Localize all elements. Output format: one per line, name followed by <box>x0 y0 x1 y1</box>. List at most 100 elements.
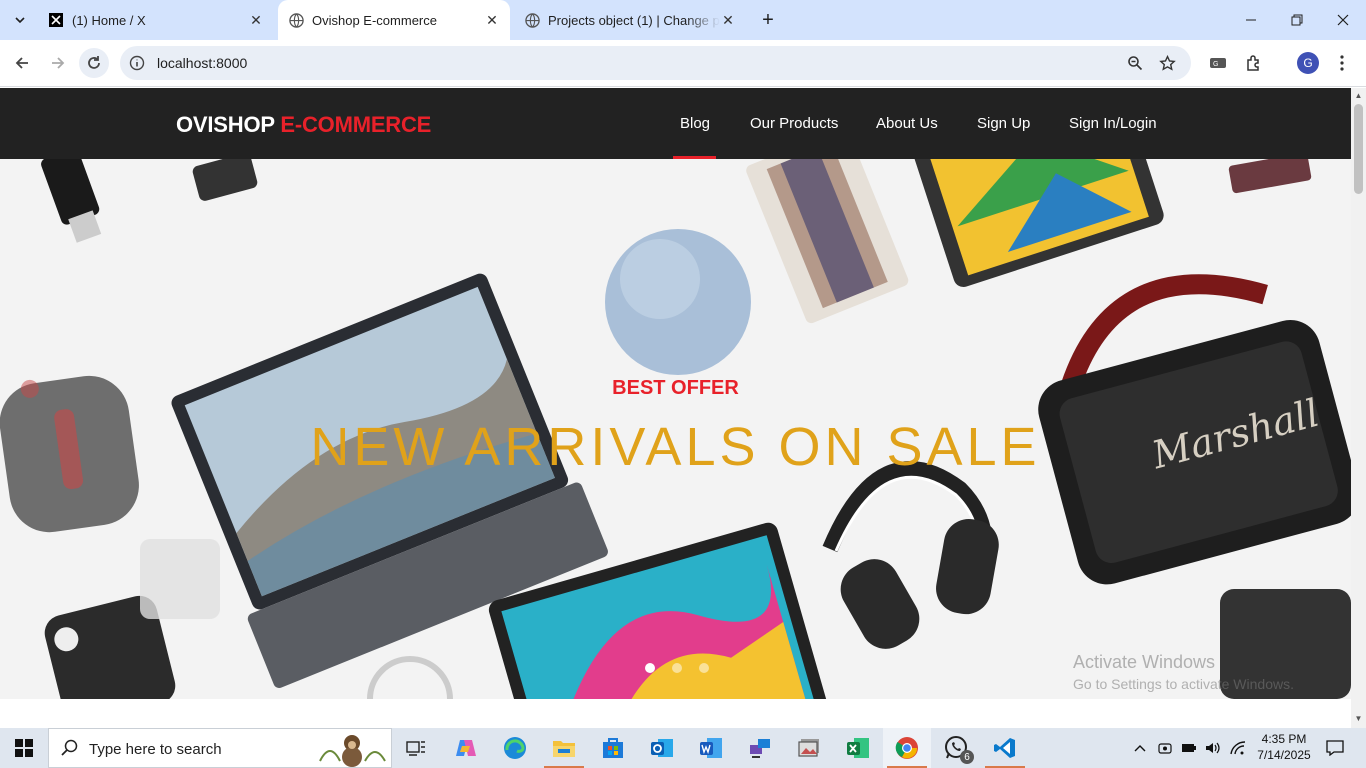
reload-button[interactable] <box>79 48 109 78</box>
start-button[interactable] <box>0 728 48 768</box>
site-logo[interactable]: OVISHOP E-COMMERCE <box>176 112 431 138</box>
url-text[interactable]: localhost:8000 <box>157 55 247 71</box>
meet-now-icon <box>1158 743 1172 754</box>
taskbar-edge[interactable] <box>491 728 539 768</box>
extension-keyboard-icon[interactable]: G <box>1207 52 1229 74</box>
bookmark-star-icon[interactable] <box>1157 53 1177 73</box>
outlook-icon <box>651 739 673 757</box>
reload-icon <box>88 56 100 69</box>
taskbar-file-explorer[interactable] <box>540 728 588 768</box>
brand-accent: E-COMMERCE <box>280 112 432 137</box>
site-info-icon[interactable] <box>128 54 146 72</box>
restore-button[interactable] <box>1274 0 1320 40</box>
search-placeholder: Type here to search <box>89 741 222 758</box>
tray-battery[interactable] <box>1179 728 1199 768</box>
chrome-icon <box>895 737 918 759</box>
scroll-down-icon[interactable]: ▼ <box>1354 714 1363 723</box>
brand-main: OVISHOP <box>176 112 275 137</box>
nav-sign-in-login[interactable]: Sign In/Login <box>1069 115 1157 132</box>
tray-wifi[interactable] <box>1228 728 1248 768</box>
taskbar-excel[interactable] <box>834 728 882 768</box>
arrow-left-icon <box>15 57 28 69</box>
tab-ovishop[interactable]: Ovishop E-commerce ✕ <box>278 0 510 40</box>
vscode-icon <box>994 738 1015 758</box>
scroll-up-icon[interactable]: ▲ <box>1354 91 1363 100</box>
photos-icon <box>798 739 819 757</box>
taskbar-whatsapp[interactable]: 6 <box>932 728 980 768</box>
tray-notifications[interactable] <box>1320 728 1350 768</box>
copilot-icon <box>456 740 476 756</box>
hero-carousel: Marshall BEST OFFER NEW ARRIVALS ON SALE <box>0 159 1351 699</box>
tab-title: Projects object (1) | Change pro <box>548 12 720 28</box>
store-icon <box>603 738 623 758</box>
close-icon <box>1337 14 1349 26</box>
taskbar-search[interactable]: Type here to search <box>48 728 392 768</box>
page-scrollbar[interactable]: ▲ ▼ <box>1351 88 1366 728</box>
tab-x-home[interactable]: (1) Home / X ✕ <box>38 0 274 40</box>
folder-icon <box>553 741 575 757</box>
extensions-puzzle-icon[interactable] <box>1243 52 1265 74</box>
profile-avatar[interactable]: G <box>1297 52 1319 74</box>
nav-blog[interactable]: Blog <box>680 115 710 132</box>
taskbar-copilot[interactable] <box>442 728 490 768</box>
close-tab-icon[interactable]: ✕ <box>248 12 264 28</box>
carousel-dot-3[interactable] <box>699 663 709 673</box>
close-tab-icon[interactable]: ✕ <box>720 12 736 28</box>
site-navbar: OVISHOP E-COMMERCE Blog Our Products Abo… <box>0 88 1351 159</box>
nav-sign-up[interactable]: Sign Up <box>977 115 1030 132</box>
taskbar-remote-desktop[interactable] <box>736 728 784 768</box>
tab-search-button[interactable] <box>8 8 32 32</box>
new-tab-button[interactable]: + <box>756 8 780 32</box>
search-icon <box>61 739 78 756</box>
chevron-down-icon <box>15 17 25 24</box>
taskbar-store[interactable] <box>589 728 637 768</box>
browser-menu-icon[interactable] <box>1331 52 1353 74</box>
globe-icon <box>288 12 304 28</box>
minimize-icon <box>1246 19 1256 21</box>
notification-icon <box>1326 740 1344 756</box>
edge-icon <box>504 737 526 759</box>
windows-logo-icon <box>15 739 33 757</box>
tray-volume[interactable] <box>1203 728 1223 768</box>
address-bar[interactable]: localhost:8000 <box>120 46 1191 80</box>
carousel-dot-2[interactable] <box>672 663 682 673</box>
arrow-right-icon <box>52 57 65 69</box>
carousel-dot-1[interactable] <box>645 663 655 673</box>
taskbar-photos[interactable] <box>785 728 833 768</box>
nav-about-us[interactable]: About Us <box>876 115 938 132</box>
close-window-button[interactable] <box>1320 0 1366 40</box>
globe-icon <box>524 12 540 28</box>
whatsapp-badge: 6 <box>960 750 974 764</box>
nav-our-products[interactable]: Our Products <box>750 115 838 132</box>
clock-date: 7/14/2025 <box>1257 748 1311 762</box>
taskbar-word[interactable] <box>687 728 735 768</box>
close-tab-icon[interactable]: ✕ <box>484 12 500 28</box>
minimize-button[interactable] <box>1228 0 1274 40</box>
excel-icon <box>847 738 869 758</box>
activate-windows-title: Activate Windows <box>1073 652 1216 672</box>
tab-projects-object[interactable]: Projects object (1) | Change pro ✕ <box>514 0 746 40</box>
wifi-icon <box>1230 741 1246 755</box>
tab-title: Ovishop E-commerce <box>312 12 437 28</box>
tray-meet-now[interactable] <box>1155 728 1175 768</box>
hero-eyebrow: BEST OFFER <box>612 377 739 399</box>
clock-time: 4:35 PM <box>1261 732 1307 746</box>
forward-button[interactable] <box>43 48 73 78</box>
tray-overflow-chevron[interactable] <box>1130 728 1150 768</box>
taskbar-outlook[interactable] <box>638 728 686 768</box>
page-viewport: OVISHOP E-COMMERCE Blog Our Products Abo… <box>0 88 1351 699</box>
windows-taskbar: Type here to search 6 4:35 PM 7/14/2025 <box>0 728 1366 768</box>
browser-toolbar: localhost:8000 G <box>0 40 1366 87</box>
back-button[interactable] <box>7 48 37 78</box>
word-icon <box>700 738 722 758</box>
chevron-up-icon <box>1134 745 1146 752</box>
zoom-icon[interactable] <box>1125 53 1145 73</box>
scrollbar-thumb[interactable] <box>1354 104 1363 194</box>
taskbar-chrome[interactable] <box>883 728 931 768</box>
hero-headline: NEW ARRIVALS ON SALE <box>310 417 1041 477</box>
carousel-indicators <box>645 663 709 673</box>
taskbar-task-view[interactable] <box>392 728 440 768</box>
taskbar-vscode[interactable] <box>981 728 1029 768</box>
activate-windows-subtitle: Go to Settings to activate Windows. <box>1073 676 1294 692</box>
taskbar-clock[interactable]: 4:35 PM 7/14/2025 <box>1253 731 1315 763</box>
